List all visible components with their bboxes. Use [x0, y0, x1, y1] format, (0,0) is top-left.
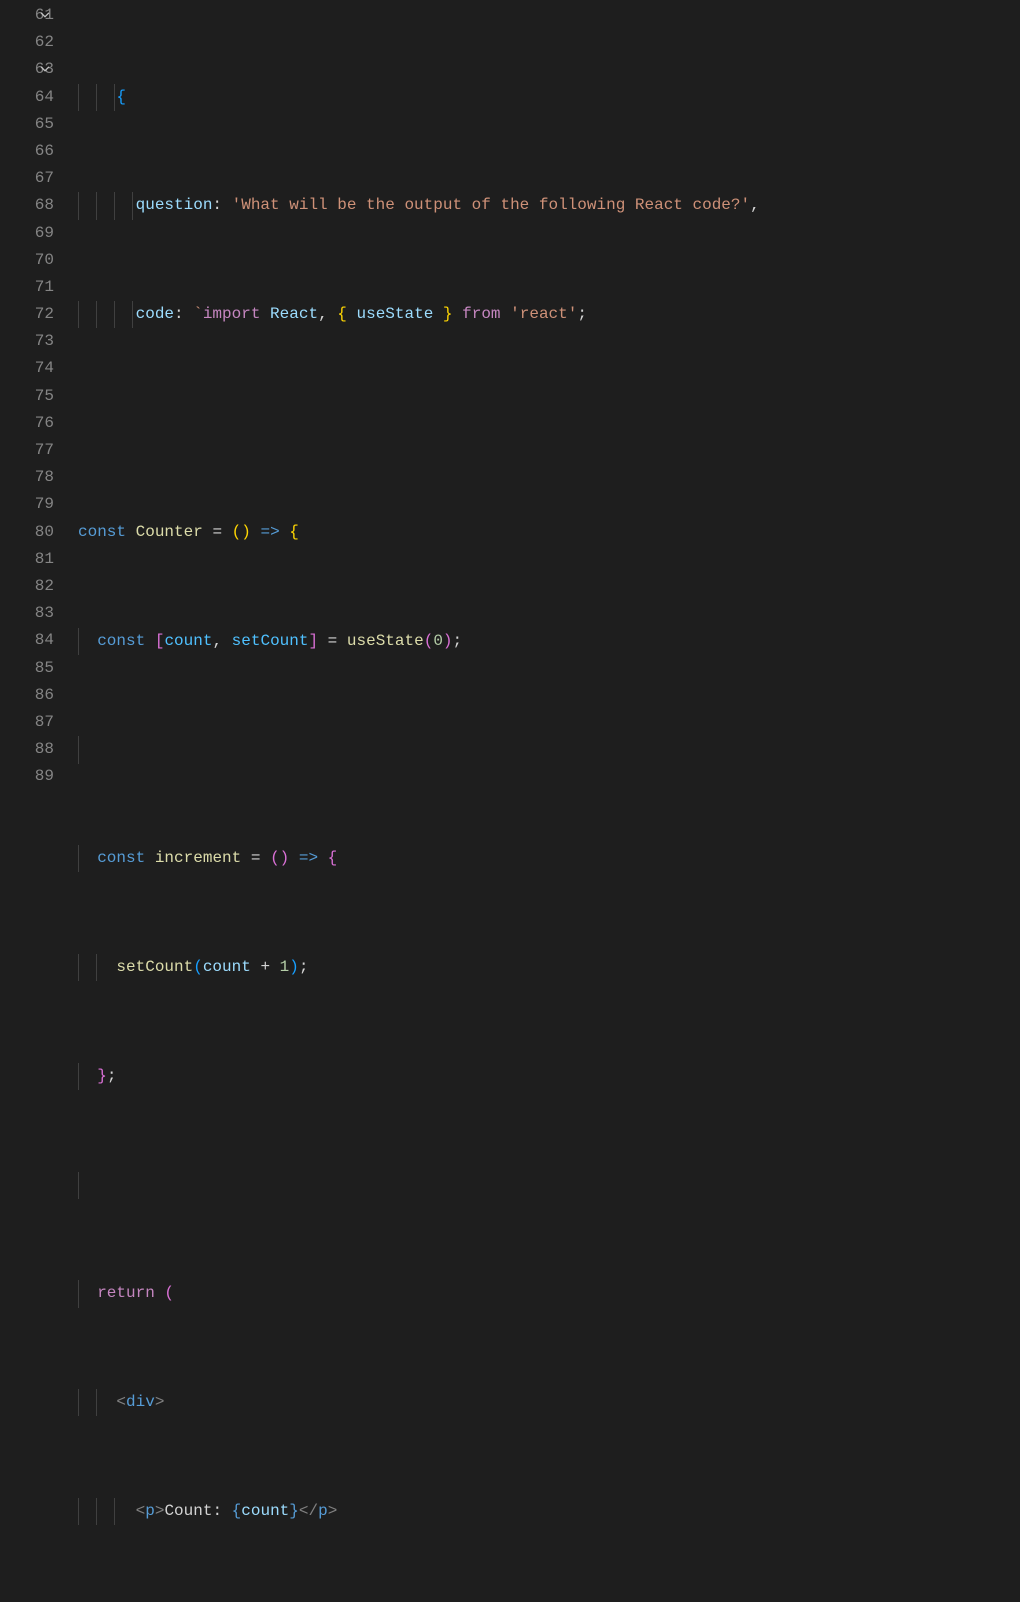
- line-number: 67: [0, 165, 54, 192]
- line-number: 82: [0, 573, 54, 600]
- line-number: 61: [0, 2, 54, 29]
- line-number: 64: [0, 84, 54, 111]
- code-line: return (: [68, 1280, 1020, 1307]
- line-number: 88: [0, 736, 54, 763]
- line-number: 70: [0, 247, 54, 274]
- code-line: question: 'What will be the output of th…: [68, 192, 1020, 219]
- line-number: 63: [0, 56, 54, 83]
- line-number: 86: [0, 682, 54, 709]
- chevron-down-icon[interactable]: [38, 8, 52, 22]
- code-line: setCount(count + 1);: [68, 954, 1020, 981]
- chevron-down-icon[interactable]: [38, 62, 52, 76]
- line-number: 79: [0, 491, 54, 518]
- code-line: {: [68, 84, 1020, 111]
- code-line: [68, 736, 1020, 763]
- line-number: 62: [0, 29, 54, 56]
- line-number: 80: [0, 519, 54, 546]
- line-number: 84: [0, 627, 54, 654]
- code-line: [68, 1172, 1020, 1199]
- code-editor[interactable]: 61 62 63 64 65 66 67 68 69 70 71 72 73 7…: [0, 0, 1020, 801]
- line-number: 65: [0, 111, 54, 138]
- line-number: 85: [0, 655, 54, 682]
- line-number-gutter: 61 62 63 64 65 66 67 68 69 70 71 72 73 7…: [0, 0, 68, 801]
- line-number: 75: [0, 383, 54, 410]
- line-number: 73: [0, 328, 54, 355]
- code-line: <div>: [68, 1389, 1020, 1416]
- code-line: <p>Count: {count}</p>: [68, 1498, 1020, 1525]
- line-number: 89: [0, 763, 54, 790]
- line-number: 66: [0, 138, 54, 165]
- line-number: 78: [0, 464, 54, 491]
- line-number: 81: [0, 546, 54, 573]
- code-line: const increment = () => {: [68, 845, 1020, 872]
- line-number: 72: [0, 301, 54, 328]
- line-number: 69: [0, 220, 54, 247]
- line-number: 83: [0, 600, 54, 627]
- code-line: [68, 410, 1020, 437]
- line-number: 68: [0, 192, 54, 219]
- code-line: code: `import React, { useState } from '…: [68, 301, 1020, 328]
- line-number: 77: [0, 437, 54, 464]
- code-line: const [count, setCount] = useState(0);: [68, 628, 1020, 655]
- line-number: 87: [0, 709, 54, 736]
- line-number: 76: [0, 410, 54, 437]
- line-number: 74: [0, 355, 54, 382]
- code-line: };: [68, 1063, 1020, 1090]
- code-content[interactable]: { question: 'What will be the output of …: [68, 0, 1020, 801]
- code-line: const Counter = () => {: [68, 519, 1020, 546]
- line-number: 71: [0, 274, 54, 301]
